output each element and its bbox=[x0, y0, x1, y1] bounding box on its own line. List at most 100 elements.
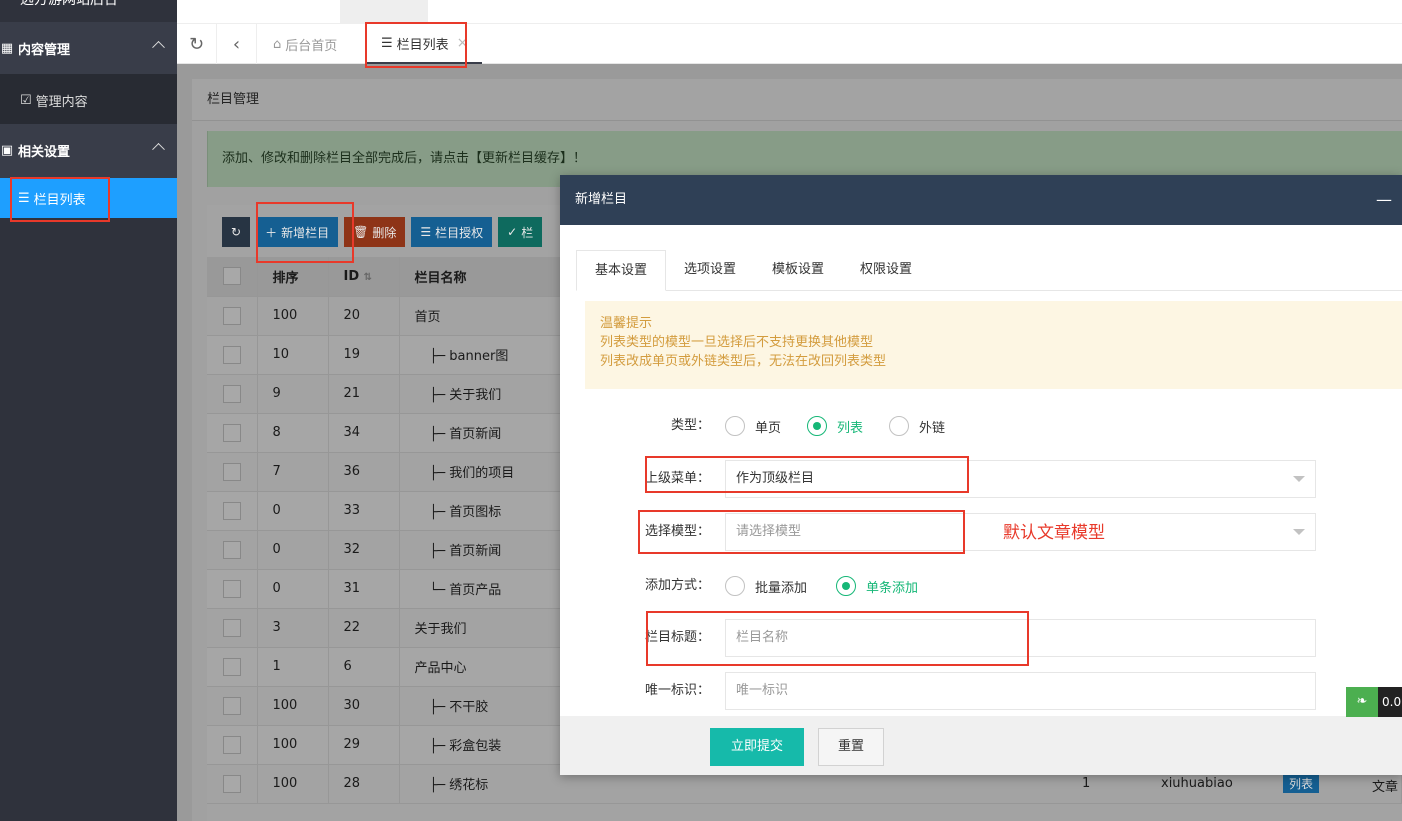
type-label: 类型： bbox=[670, 418, 710, 433]
row-checkbox[interactable] bbox=[223, 462, 241, 481]
sidebar-item-manage-content[interactable]: ☑ 管理内容 bbox=[0, 74, 177, 126]
add-mode-batch[interactable]: 批量添加 bbox=[725, 576, 807, 596]
table-toolbar: ↻ ＋新增栏目 🗑 删除 ☰ 栏目授权 ✓ 栏 bbox=[222, 217, 543, 247]
row-type-badge: 列表 bbox=[1283, 775, 1320, 793]
header-id[interactable]: ID ⇅ bbox=[328, 257, 400, 297]
row-checkbox[interactable] bbox=[223, 540, 241, 559]
refresh-icon[interactable]: ↻ bbox=[177, 24, 217, 64]
submit-button[interactable]: 立即提交 bbox=[710, 728, 804, 766]
minimize-icon[interactable]: — bbox=[1376, 175, 1392, 225]
button-label: 栏 bbox=[521, 225, 534, 240]
trash-icon: 🗑 bbox=[353, 225, 369, 239]
row-select-cell bbox=[207, 296, 258, 336]
row-select-cell bbox=[207, 608, 258, 648]
row-col1-value: 1 bbox=[1082, 776, 1091, 791]
row-sort: 7 bbox=[257, 452, 329, 492]
model-annotation: 默认文章模型 bbox=[1003, 523, 1105, 543]
list-icon: ☰ bbox=[381, 35, 393, 51]
row-sort: 0 bbox=[257, 569, 329, 609]
row-alias-value: xiuhuabiao bbox=[1161, 776, 1233, 791]
row-checkbox[interactable] bbox=[223, 735, 241, 754]
select-all-checkbox[interactable] bbox=[223, 267, 241, 286]
radio-circle bbox=[725, 416, 745, 436]
row-sort: 100 bbox=[257, 296, 329, 336]
add-mode-label: 添加方式： bbox=[644, 578, 710, 593]
update-cache-button[interactable]: ✓ 栏 bbox=[498, 217, 543, 247]
row-model-value: 文章 bbox=[1372, 780, 1399, 795]
sidebar-item-column-list[interactable]: ☰ 栏目列表 bbox=[0, 178, 177, 218]
close-icon[interactable]: × bbox=[457, 35, 469, 51]
model-select-placeholder: 请选择模型 bbox=[736, 524, 802, 539]
row-checkbox[interactable] bbox=[223, 657, 241, 676]
tab-home[interactable]: ⌂ 后台首页 bbox=[259, 24, 351, 64]
button-label: 新增栏目 bbox=[281, 225, 330, 240]
tab-option-settings[interactable]: 选项设置 bbox=[666, 250, 754, 291]
modal-footer: 立即提交 重置 bbox=[560, 716, 1402, 775]
radio-circle bbox=[836, 576, 856, 596]
parent-label: 上级菜单： bbox=[644, 471, 710, 486]
check-icon: ✓ bbox=[507, 225, 518, 239]
type-option-link[interactable]: 外链 bbox=[889, 416, 945, 436]
type-option-single[interactable]: 单页 bbox=[725, 416, 781, 436]
row-checkbox[interactable] bbox=[223, 579, 241, 598]
radio-label: 批量添加 bbox=[755, 580, 808, 596]
tips-line: 列表改成单页或外链类型后，无法在改回列表类型 bbox=[600, 354, 887, 369]
row-select-cell bbox=[207, 452, 258, 492]
plus-icon: ＋ bbox=[265, 225, 278, 240]
tab-label: 栏目列表 bbox=[396, 37, 449, 53]
row-id: 30 bbox=[328, 686, 400, 726]
add-mode-single[interactable]: 单条添加 bbox=[836, 576, 918, 596]
column-title-input[interactable]: 栏目名称 bbox=[725, 619, 1316, 657]
modal-header: 新增栏目 — bbox=[560, 175, 1402, 225]
type-option-list[interactable]: 列表 bbox=[807, 416, 863, 436]
tab-template-settings[interactable]: 模板设置 bbox=[754, 250, 842, 291]
back-icon[interactable]: ‹ bbox=[217, 24, 257, 64]
unique-id-input[interactable]: 唯一标识 bbox=[725, 672, 1316, 710]
row-checkbox[interactable] bbox=[223, 423, 241, 442]
row-select-cell bbox=[207, 686, 258, 726]
row-sort: 1 bbox=[257, 647, 329, 687]
tab-column-list[interactable]: ☰ 栏目列表 × bbox=[367, 24, 483, 64]
row-checkbox[interactable] bbox=[223, 306, 241, 325]
row-id: 20 bbox=[328, 296, 400, 336]
add-column-button[interactable]: ＋新增栏目 bbox=[256, 217, 339, 247]
row-id: 28 bbox=[328, 764, 400, 804]
row-checkbox[interactable] bbox=[223, 384, 241, 403]
refresh-table-button[interactable]: ↻ bbox=[222, 217, 251, 247]
sidebar-group-settings[interactable]: ▣ 相关设置 bbox=[0, 124, 177, 176]
radio-circle bbox=[725, 576, 745, 596]
row-id: 21 bbox=[328, 374, 400, 414]
reset-button[interactable]: 重置 bbox=[818, 728, 884, 766]
row-checkbox[interactable] bbox=[223, 501, 241, 520]
radio-label: 外链 bbox=[919, 420, 946, 436]
row-checkbox[interactable] bbox=[223, 345, 241, 364]
row-checkbox[interactable] bbox=[223, 618, 241, 637]
row-id: 31 bbox=[328, 569, 400, 609]
row-sort: 100 bbox=[257, 725, 329, 765]
sidebar-group-content[interactable]: ▦ 内容管理 bbox=[0, 22, 177, 74]
button-label: 栏目授权 bbox=[435, 225, 484, 240]
model-row: 选择模型： 请选择模型 bbox=[560, 513, 1402, 551]
tab-basic-settings[interactable]: 基本设置 bbox=[576, 250, 667, 291]
uid-label: 唯一标识： bbox=[644, 683, 710, 698]
input-placeholder: 栏目名称 bbox=[736, 630, 789, 645]
radio-label: 单条添加 bbox=[866, 580, 919, 596]
floating-widget[interactable]: ❧ 0.0 bbox=[1346, 687, 1402, 717]
chevron-down-icon bbox=[1293, 476, 1305, 482]
settings-icon: ▣ bbox=[0, 142, 14, 158]
delete-button[interactable]: 🗑 删除 bbox=[344, 217, 406, 247]
sidebar-empty-area bbox=[0, 218, 177, 821]
grid-icon: ▦ bbox=[0, 40, 14, 56]
add-mode-row: 添加方式： 批量添加 单条添加 bbox=[560, 567, 1402, 605]
column-auth-button[interactable]: ☰ 栏目授权 bbox=[411, 217, 493, 247]
row-checkbox[interactable] bbox=[223, 696, 241, 715]
home-icon: ⌂ bbox=[273, 36, 282, 52]
tips-title: 温馨提示 bbox=[600, 316, 653, 331]
radio-circle bbox=[889, 416, 909, 436]
chevron-up-icon bbox=[152, 142, 165, 156]
header-label: ID bbox=[343, 268, 360, 284]
parent-select[interactable]: 作为顶级栏目 bbox=[725, 460, 1316, 498]
input-placeholder: 唯一标识 bbox=[736, 683, 789, 698]
row-checkbox[interactable] bbox=[223, 774, 241, 793]
tab-permission-settings[interactable]: 权限设置 bbox=[842, 250, 930, 291]
